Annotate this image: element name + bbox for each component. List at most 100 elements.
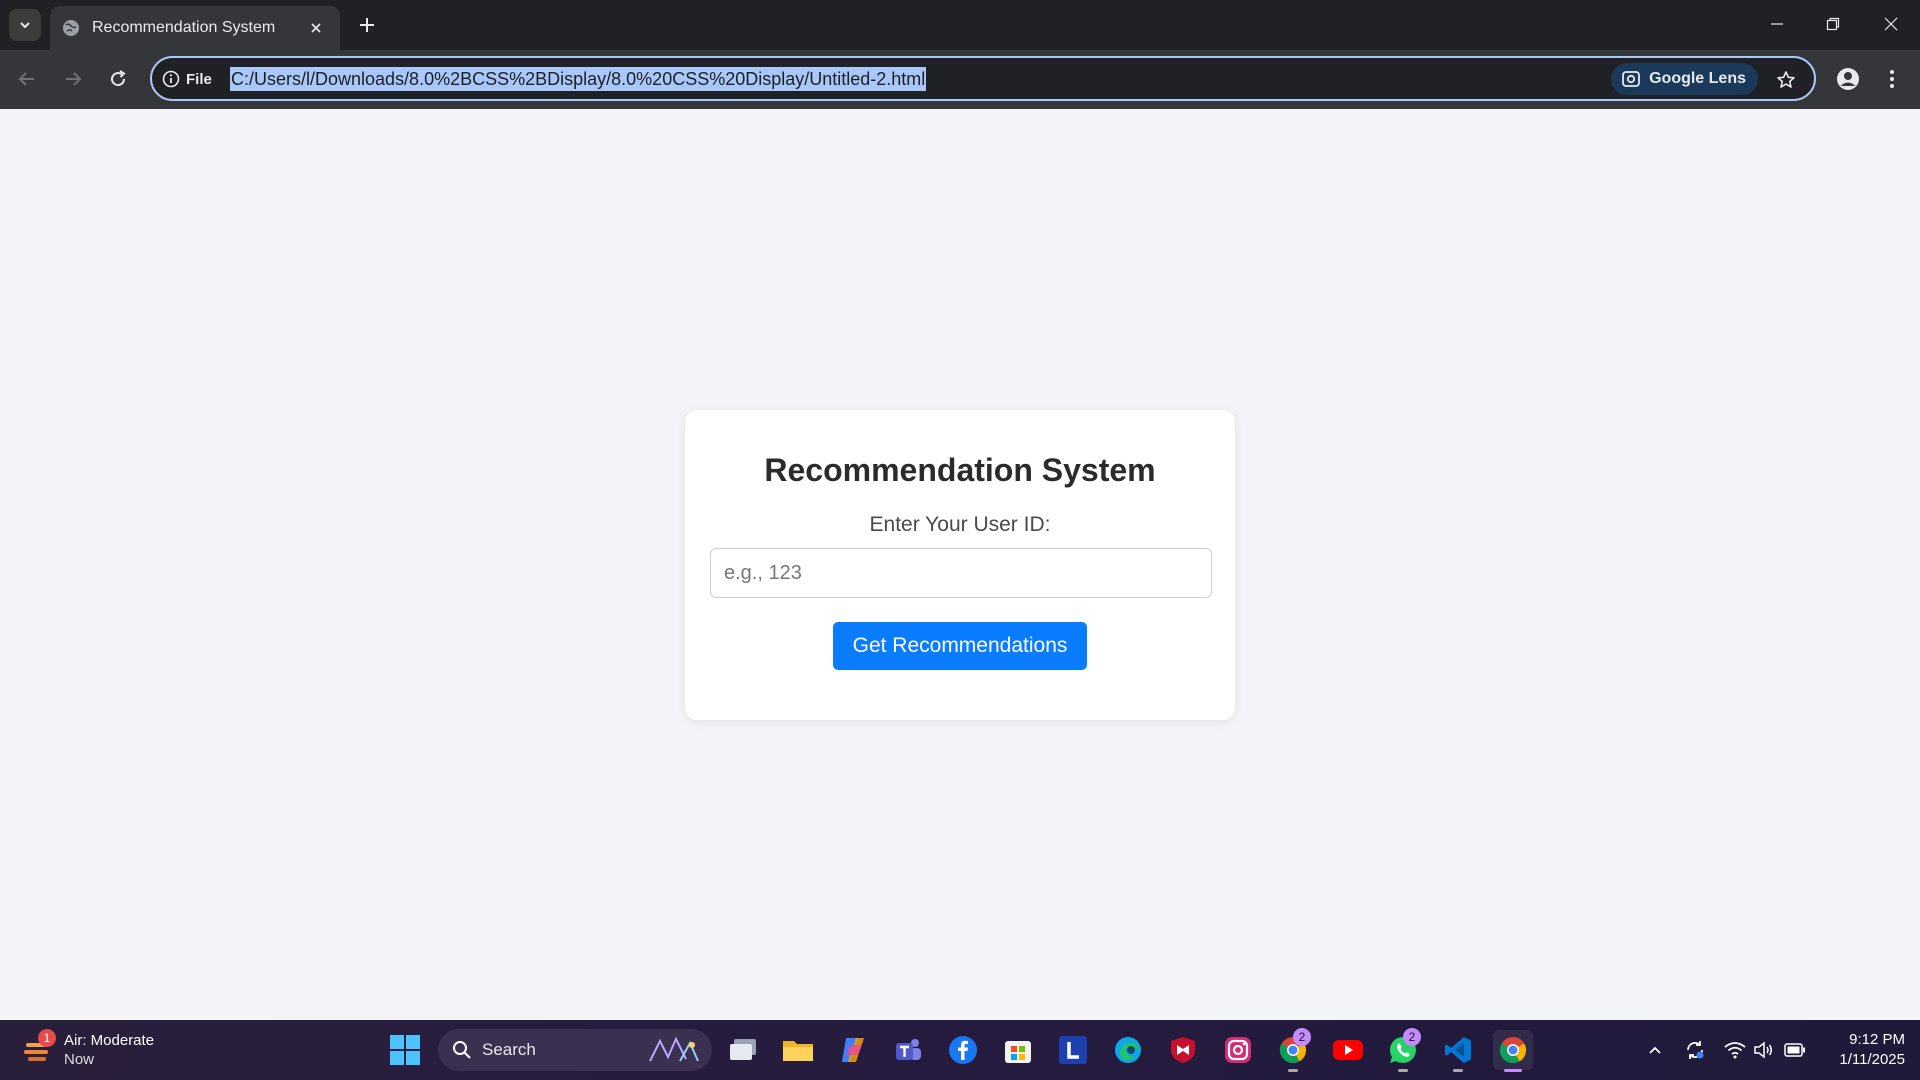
arrow-right-icon [66,72,82,86]
youtube-icon [1333,1040,1363,1060]
taskbar-teams[interactable] [888,1030,928,1070]
copilot-icon [842,1038,864,1062]
windows-logo-icon [390,1035,420,1065]
tab-close-button[interactable] [304,16,328,40]
system-clock[interactable]: 9:12 PM 1/11/2025 [1815,1030,1905,1070]
active-indicator [1504,1069,1522,1072]
taskbar-facebook[interactable] [943,1030,983,1070]
taskbar-mcafee[interactable] [1163,1030,1203,1070]
bookmark-button[interactable] [1772,66,1800,94]
mcafee-shield-icon [1171,1037,1195,1063]
page-title: Recommendation System [764,452,1156,488]
clock-time: 9:12 PM [1849,1031,1905,1048]
taskbar-whatsapp[interactable]: 2 [1383,1028,1423,1072]
globe-icon [63,20,79,36]
site-chip-label: File [186,70,212,88]
letter-l-app-icon [1059,1036,1087,1064]
wifi-icon [1724,1042,1746,1059]
taskbar-microsoft-store[interactable] [998,1030,1038,1070]
search-icon [453,1041,471,1059]
profile-button[interactable] [1832,63,1864,95]
reload-icon [111,70,126,87]
weather-widget[interactable]: 1 Air: Moderate Now [20,1028,154,1072]
sync-tray-button[interactable] [1683,1038,1707,1062]
close-icon [1884,17,1898,31]
tab-search-button[interactable] [9,9,41,41]
chevron-down-icon [20,22,30,29]
site-info-chip[interactable]: File [162,66,212,92]
taskbar-copilot[interactable] [833,1030,873,1070]
running-indicator [1453,1069,1463,1072]
google-lens-button[interactable]: Google Lens [1611,63,1758,95]
start-button[interactable] [390,1035,420,1065]
google-lens-label: Google Lens [1649,70,1746,87]
camera-lens-icon [1622,71,1640,87]
taskbar-vscode[interactable] [1438,1030,1478,1072]
chrome-badge: 2 [1293,1028,1311,1046]
store-icon [1005,1041,1031,1063]
network-button[interactable] [1723,1038,1747,1062]
vscode-icon [1445,1037,1471,1063]
browser-tabstrip: Recommendation System [0,0,1920,50]
weather-subtitle: Now [64,1051,95,1068]
chevron-up-icon [1649,1046,1661,1054]
tab-recommendation-system[interactable]: Recommendation System [50,6,340,50]
running-indicator [1398,1069,1408,1072]
restore-button[interactable] [1808,4,1858,44]
more-vertical-icon [1890,70,1894,88]
star-icon [1777,71,1795,88]
reload-button[interactable] [102,63,134,95]
user-id-label: Enter Your User ID: [869,513,1051,536]
tab-title: Recommendation System [92,19,276,36]
person-icon [1837,68,1859,90]
volume-button[interactable] [1751,1038,1775,1062]
restore-icon [1826,17,1840,31]
battery-icon [1784,1043,1805,1057]
teams-icon [896,1039,921,1060]
running-indicator [1288,1069,1298,1072]
speaker-icon [1754,1041,1772,1059]
close-icon [311,23,321,33]
taskbar-youtube[interactable] [1328,1030,1368,1070]
air-quality-icon: 1 [20,1029,56,1067]
browser-menu-button[interactable] [1878,63,1906,95]
taskbar-l-app[interactable] [1053,1030,1093,1070]
get-recommendations-button[interactable]: Get Recommendations [833,622,1087,670]
user-id-input[interactable] [710,548,1212,598]
facebook-icon [949,1036,977,1064]
arrow-left-icon [18,72,34,86]
clock-date: 1/11/2025 [1839,1051,1905,1068]
forward-button[interactable] [57,63,89,95]
close-window-button[interactable] [1866,4,1916,44]
instagram-icon [1225,1037,1251,1063]
whatsapp-badge: 2 [1403,1028,1421,1046]
taskbar-task-view[interactable] [723,1030,763,1070]
minimize-icon [1771,23,1783,25]
browser-toolbar: File C:/Users/l/Downloads/8.0%2BCSS%2BDi… [0,50,1920,109]
address-bar[interactable]: File C:/Users/l/Downloads/8.0%2BCSS%2BDi… [150,56,1816,101]
edge-icon [1115,1037,1141,1063]
search-label: Search [482,1040,536,1059]
new-tab-button[interactable] [353,11,381,39]
page-viewport: Recommendation System Enter Your User ID… [0,109,1920,1020]
weather-title: Air: Moderate [64,1032,155,1049]
search-highlight-art-icon [649,1036,699,1062]
taskbar-file-explorer[interactable] [778,1030,818,1070]
taskbar-search[interactable]: Search [438,1029,712,1071]
taskbar: 1 Air: Moderate Now Search 2 2 9:12 PM 1… [0,1020,1920,1080]
taskbar-chrome[interactable] [1493,1030,1533,1072]
url-text[interactable]: C:/Users/l/Downloads/8.0%2BCSS%2BDisplay… [230,67,927,91]
plus-icon [360,18,374,32]
battery-button[interactable] [1783,1038,1807,1062]
chrome-icon [1499,1037,1527,1064]
task-view-icon [730,1039,756,1060]
taskbar-instagram[interactable] [1218,1030,1258,1070]
minimize-button[interactable] [1752,4,1802,44]
folder-icon [783,1041,813,1061]
weather-badge: 1 [38,1029,56,1047]
taskbar-edge[interactable] [1108,1030,1148,1070]
taskbar-chrome-profile[interactable]: 2 [1273,1028,1313,1072]
back-button[interactable] [11,63,43,95]
show-hidden-icons-button[interactable] [1643,1038,1667,1062]
recommendation-card: Recommendation System Enter Your User ID… [685,410,1235,720]
